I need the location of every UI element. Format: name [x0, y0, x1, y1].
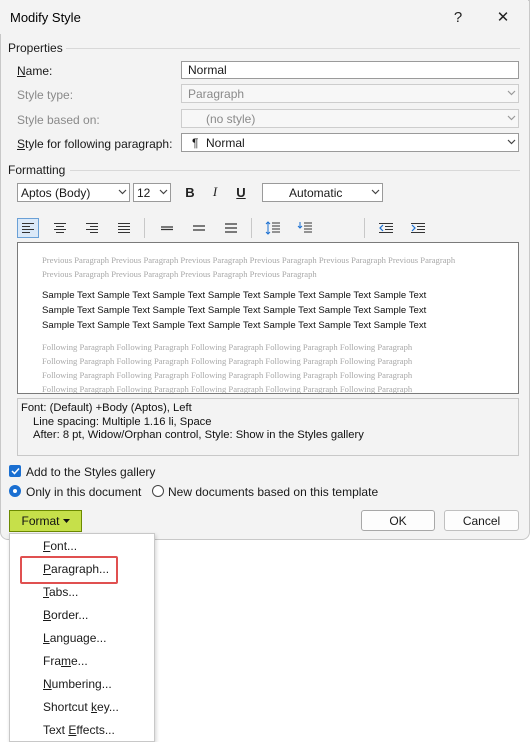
- add-to-gallery-checkbox[interactable]: [9, 465, 21, 477]
- font-size-value: 12: [137, 186, 151, 200]
- chevron-down-icon: [507, 139, 516, 146]
- space-before-button[interactable]: [262, 218, 284, 238]
- one-half-spacing-button[interactable]: [188, 218, 210, 238]
- double-spacing-icon: [225, 223, 237, 233]
- increase-indent-button[interactable]: [407, 218, 429, 238]
- space-before-icon: [265, 221, 280, 235]
- following-paragraph-label: Style for following paragraph:: [17, 137, 173, 151]
- menu-item-font[interactable]: Font...: [43, 539, 77, 553]
- sample-text-line: Sample Text Sample Text Sample Text Samp…: [42, 320, 427, 331]
- decrease-indent-button[interactable]: [375, 218, 397, 238]
- sample-text-line: Sample Text Sample Text Sample Text Samp…: [42, 305, 427, 316]
- help-icon: ?: [453, 8, 463, 26]
- name-input[interactable]: Normal: [181, 61, 519, 79]
- based-on-label: Style based on:: [17, 113, 100, 127]
- only-this-document-label: Only in this document: [26, 485, 142, 499]
- menu-item-frame[interactable]: Frame...: [43, 654, 88, 668]
- align-left-icon: [22, 223, 34, 233]
- single-spacing-button[interactable]: [156, 218, 178, 238]
- align-center-icon: [54, 223, 66, 233]
- single-spacing-icon: [161, 226, 173, 231]
- menu-item-tabs[interactable]: Tabs...: [43, 585, 78, 599]
- new-documents-radio[interactable]: [152, 485, 164, 497]
- following-paragraph-line: Following Paragraph Following Paragraph …: [42, 384, 413, 394]
- style-type-label: Style type:: [17, 88, 74, 102]
- properties-header: Properties: [8, 41, 63, 55]
- justify-button[interactable]: [113, 218, 135, 238]
- justify-icon: [118, 223, 130, 233]
- close-button[interactable]: ✕: [484, 2, 522, 32]
- description-line: Line spacing: Multiple 1.16 li, Space: [33, 415, 212, 428]
- toolbar-separator: [251, 218, 252, 238]
- chevron-down-icon: [507, 90, 516, 97]
- style-type-dropdown[interactable]: Paragraph: [181, 84, 519, 103]
- formatting-divider: [70, 170, 520, 171]
- help-button[interactable]: ?: [439, 2, 477, 32]
- font-size-dropdown[interactable]: 12: [133, 183, 171, 202]
- style-preview: Previous Paragraph Previous Paragraph Pr…: [17, 242, 519, 394]
- only-this-document-radio[interactable]: [9, 485, 21, 497]
- following-paragraph-line: Following Paragraph Following Paragraph …: [42, 356, 413, 366]
- based-on-dropdown[interactable]: (no style): [181, 109, 519, 128]
- italic-button[interactable]: I: [204, 182, 226, 202]
- menu-item-text-effects[interactable]: Text Effects...: [43, 723, 115, 737]
- menu-item-numbering[interactable]: Numbering...: [43, 677, 112, 691]
- font-name-dropdown[interactable]: Aptos (Body): [17, 183, 130, 202]
- chevron-down-icon: [371, 189, 380, 196]
- close-icon: ✕: [496, 9, 510, 26]
- dialog-title: Modify Style: [10, 10, 81, 25]
- double-spacing-button[interactable]: [220, 218, 242, 238]
- style-type-value: Paragraph: [188, 87, 245, 101]
- menu-item-shortcut-key[interactable]: Shortcut key...: [43, 700, 119, 714]
- cancel-button[interactable]: Cancel: [444, 510, 519, 531]
- align-left-button[interactable]: [17, 218, 39, 238]
- sample-text-line: Sample Text Sample Text Sample Text Samp…: [42, 290, 427, 301]
- checkmark-icon: [10, 467, 20, 475]
- properties-divider: [66, 48, 520, 49]
- description-line: After: 8 pt, Widow/Orphan control, Style…: [33, 429, 364, 441]
- paragraph-highlight-box: [20, 556, 118, 584]
- align-center-button[interactable]: [49, 218, 71, 238]
- menu-item-language[interactable]: Language...: [43, 631, 106, 645]
- one-half-spacing-icon: [193, 225, 205, 231]
- menu-item-border[interactable]: Border...: [43, 608, 88, 622]
- increase-indent-icon: [411, 223, 425, 233]
- format-button[interactable]: Format: [9, 510, 82, 532]
- new-documents-label: New documents based on this template: [168, 485, 379, 499]
- formatting-header: Formatting: [8, 163, 66, 177]
- description-line: Font: (Default) +Body (Aptos), Left: [21, 402, 192, 414]
- name-label: Name:: [17, 64, 53, 78]
- caret-down-icon: [62, 519, 70, 523]
- following-paragraph-dropdown[interactable]: ¶ Normal: [181, 133, 519, 152]
- based-on-value: (no style): [206, 112, 256, 126]
- pilcrow-icon: ¶: [192, 136, 199, 150]
- toolbar-separator: [144, 218, 145, 238]
- decrease-indent-icon: [379, 223, 393, 233]
- space-after-icon: [297, 222, 312, 233]
- bold-button[interactable]: B: [179, 182, 201, 202]
- toolbar-separator: [364, 218, 365, 238]
- font-color-value: Automatic: [289, 186, 343, 200]
- previous-paragraph-text: Previous Paragraph Previous Paragraph Pr…: [42, 255, 456, 279]
- style-description: Font: (Default) +Body (Aptos), Left Line…: [17, 398, 519, 456]
- following-paragraph-value: Normal: [206, 136, 245, 150]
- font-color-dropdown[interactable]: Automatic: [262, 183, 383, 202]
- font-name-value: Aptos (Body): [21, 186, 91, 200]
- ok-button[interactable]: OK: [361, 510, 435, 531]
- format-button-label: Format: [21, 514, 60, 528]
- add-to-gallery-label: Add to the Styles gallery: [26, 465, 156, 479]
- align-right-icon: [86, 223, 98, 233]
- space-after-button[interactable]: [294, 218, 316, 238]
- chevron-down-icon: [118, 189, 127, 196]
- underline-button[interactable]: U: [230, 182, 252, 202]
- chevron-down-icon: [159, 189, 168, 196]
- align-right-button[interactable]: [81, 218, 103, 238]
- following-paragraph-line: Following Paragraph Following Paragraph …: [42, 370, 413, 380]
- following-paragraph-line: Following Paragraph Following Paragraph …: [42, 342, 413, 352]
- chevron-down-icon: [507, 115, 516, 122]
